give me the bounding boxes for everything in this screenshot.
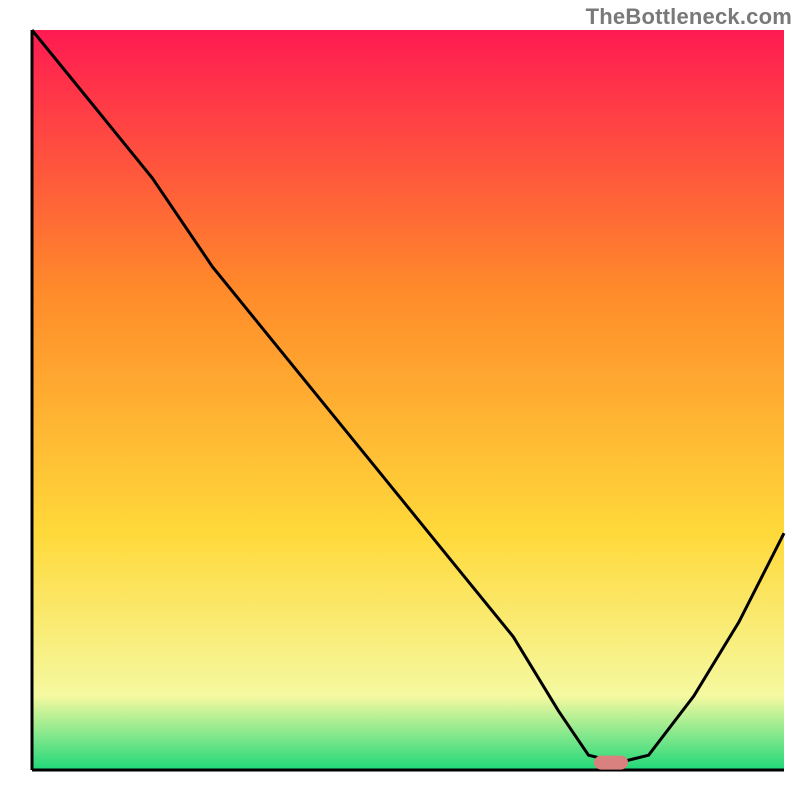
chart-svg	[0, 0, 800, 800]
gradient-background	[32, 30, 784, 770]
bottleneck-chart: TheBottleneck.com	[0, 0, 800, 800]
optimum-marker	[594, 756, 628, 770]
